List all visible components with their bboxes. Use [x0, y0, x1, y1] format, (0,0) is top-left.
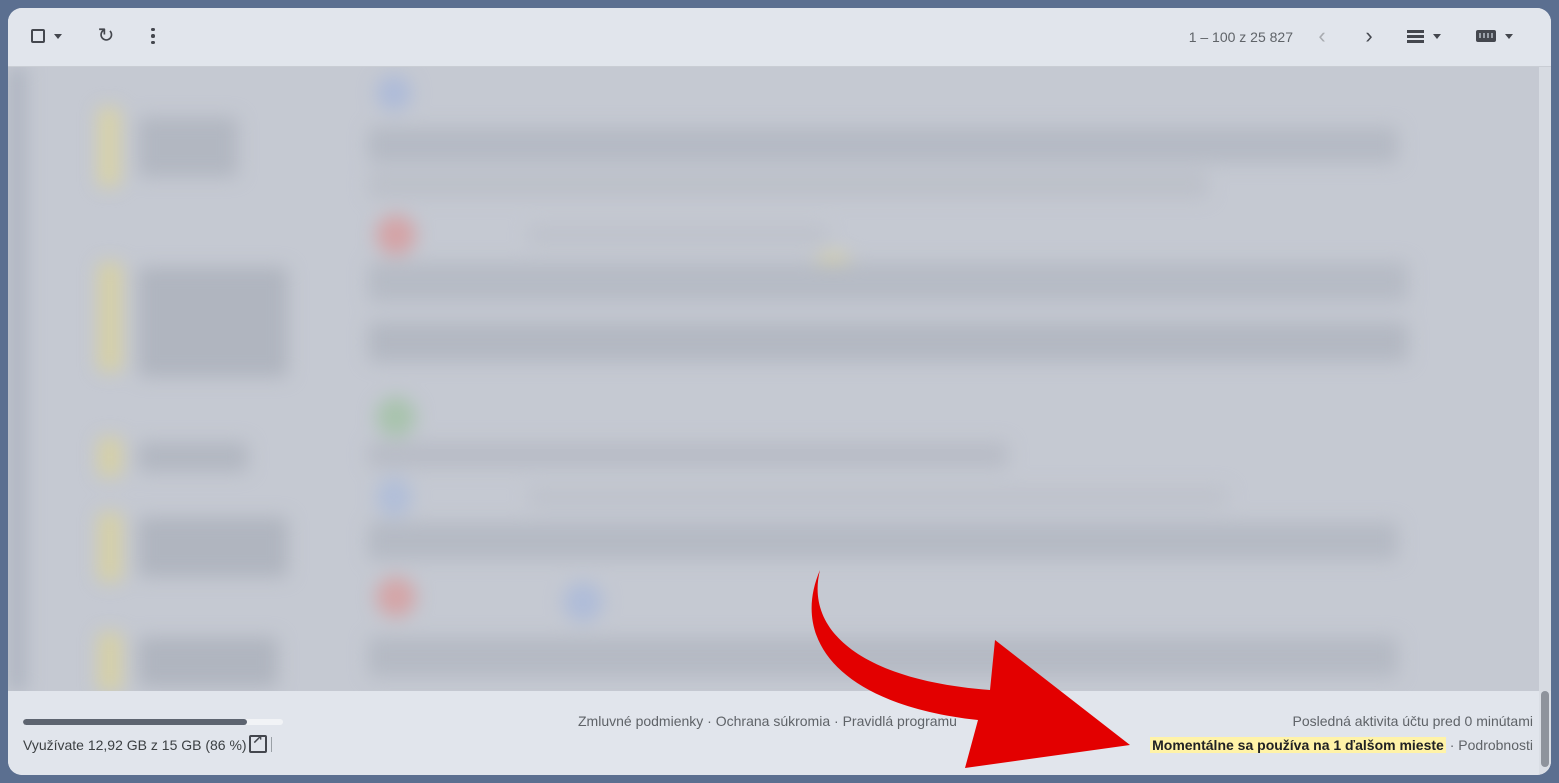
page-scrollbar[interactable]: [1539, 691, 1551, 775]
chevron-down-icon: [1433, 33, 1441, 39]
privacy-link[interactable]: Ochrana súkromia: [716, 713, 830, 729]
more-button[interactable]: [139, 22, 167, 50]
list-toolbar: ↻ 1 – 100 z 25 827 ‹ ›: [8, 8, 1551, 67]
storage-text: Využívate 12,92 GB z 15 GB (86 %): [23, 737, 247, 753]
more-vert-icon: [151, 27, 155, 45]
chevron-left-icon: ‹: [1318, 23, 1326, 48]
chevron-right-icon: ›: [1365, 23, 1373, 48]
storage-meter-fill: [23, 719, 247, 725]
list-scrollbar[interactable]: [1539, 67, 1551, 691]
program-policies-link[interactable]: Pravidlá programu: [843, 713, 957, 729]
density-icon: [1407, 29, 1424, 43]
last-activity: Posledná aktivita účtu pred 0 minútami: [1292, 713, 1533, 729]
input-tools-button[interactable]: [1472, 22, 1516, 50]
details-link[interactable]: Podrobnosti: [1458, 737, 1533, 753]
select-all-checkbox[interactable]: [26, 22, 66, 50]
link-separator: ·: [703, 713, 716, 729]
density-button[interactable]: [1400, 22, 1448, 50]
refresh-button[interactable]: ↻: [92, 22, 120, 50]
chevron-down-icon: [1504, 33, 1513, 39]
divider: [271, 737, 272, 752]
pager-range: 1 – 100 z 25 827: [1188, 29, 1293, 45]
scrollbar-thumb[interactable]: [1541, 691, 1549, 767]
older-button[interactable]: ›: [1357, 22, 1381, 50]
keyboard-icon: [1475, 30, 1496, 42]
newer-button[interactable]: ‹: [1310, 22, 1334, 50]
gmail-window: ↻ 1 – 100 z 25 827 ‹ › Využívate 12,92 G…: [8, 8, 1551, 775]
link-separator: ·: [830, 713, 843, 729]
chevron-down-icon: [53, 33, 62, 39]
session-info: Momentálne sa používa na 1 ďalšom mieste…: [1150, 737, 1533, 753]
details-separator: ·: [1445, 737, 1459, 753]
message-list-blurred: [8, 67, 1551, 691]
refresh-icon: ↻: [97, 25, 115, 47]
session-highlight: Momentálne sa používa na 1 ďalšom mieste: [1150, 737, 1446, 753]
checkbox-icon: [30, 29, 45, 43]
storage-meter: [23, 719, 283, 725]
footer-links: Zmluvné podmienky · Ochrana súkromia · P…: [578, 713, 957, 729]
terms-link[interactable]: Zmluvné podmienky: [578, 713, 703, 729]
footer: Využívate 12,92 GB z 15 GB (86 %) Zmluvn…: [8, 691, 1551, 775]
open-in-new-icon[interactable]: [249, 732, 267, 753]
